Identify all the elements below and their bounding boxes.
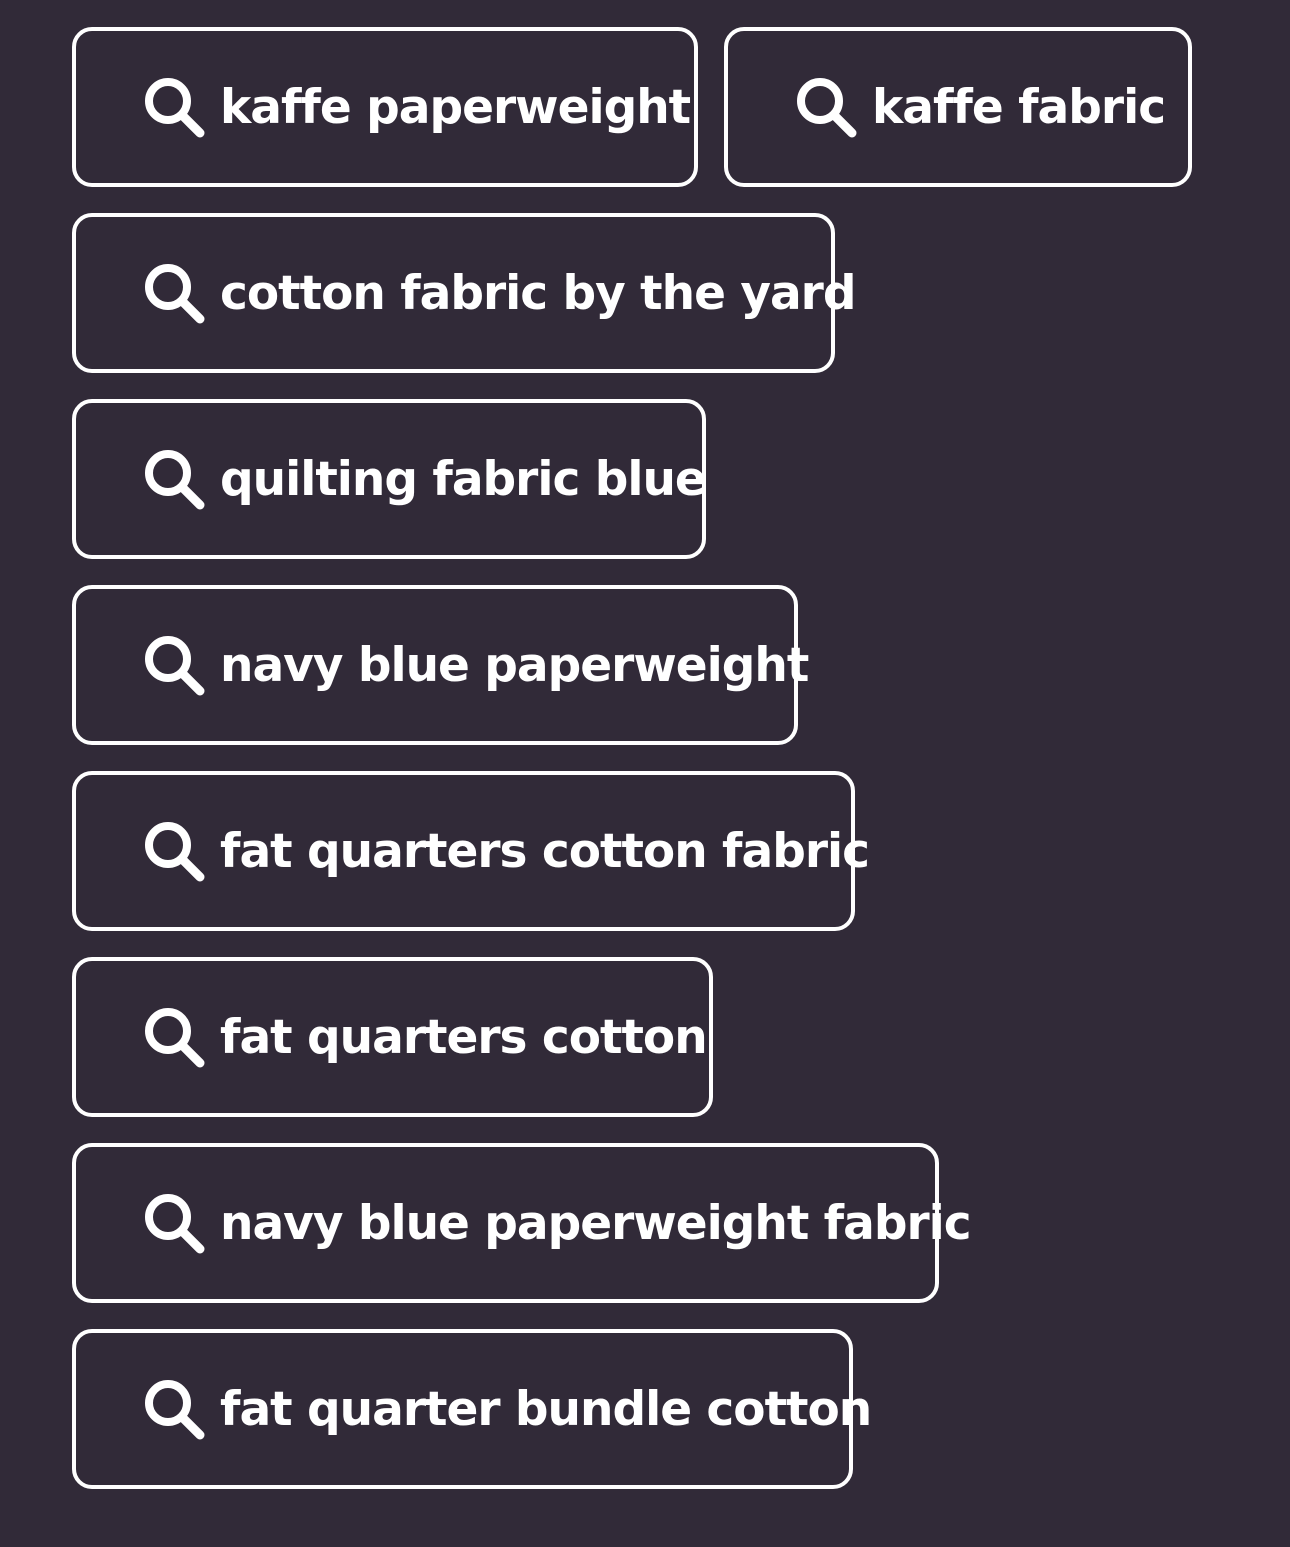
suggestion-label: fat quarters cotton fabric xyxy=(220,823,870,879)
suggestion-label: fat quarters cotton xyxy=(220,1009,708,1065)
suggestion-label: kaffe paperweight xyxy=(220,79,691,135)
search-icon xyxy=(142,447,206,511)
suggestion-chip-cotton-fabric-by-the-yard[interactable]: cotton fabric by the yard xyxy=(72,213,857,373)
search-icon xyxy=(794,75,858,139)
search-icon xyxy=(142,1005,206,1069)
suggestion-chip-fat-quarters-cotton[interactable]: fat quarters cotton xyxy=(72,957,713,1117)
search-icon xyxy=(142,75,206,139)
suggestion-label: quilting fabric blue xyxy=(220,451,707,507)
suggestion-label: navy blue paperweight xyxy=(220,637,809,693)
search-icon xyxy=(142,633,206,697)
suggestion-chip-kaffe-paperweight[interactable]: kaffe paperweight xyxy=(72,27,698,187)
search-icon xyxy=(142,261,206,325)
suggestion-label: cotton fabric by the yard xyxy=(220,265,857,321)
search-icon xyxy=(142,1377,206,1441)
suggestion-label: fat quarter bundle cotton xyxy=(220,1381,872,1437)
search-suggestions-list: kaffe paperweight kaffe fabric cotton fa… xyxy=(72,27,1222,1489)
suggestion-chip-fat-quarter-bundle-cotton[interactable]: fat quarter bundle cotton xyxy=(72,1329,872,1489)
suggestion-chip-kaffe-fabric[interactable]: kaffe fabric xyxy=(724,27,1192,187)
suggestion-label: navy blue paperweight fabric xyxy=(220,1195,972,1251)
suggestion-label: kaffe fabric xyxy=(872,79,1166,135)
suggestion-chip-quilting-fabric-blue[interactable]: quilting fabric blue xyxy=(72,399,707,559)
search-icon xyxy=(142,1191,206,1255)
search-icon xyxy=(142,819,206,883)
suggestion-chip-navy-blue-paperweight-fabric[interactable]: navy blue paperweight fabric xyxy=(72,1143,972,1303)
suggestion-chip-navy-blue-paperweight[interactable]: navy blue paperweight xyxy=(72,585,809,745)
suggestion-chip-fat-quarters-cotton-fabric[interactable]: fat quarters cotton fabric xyxy=(72,771,870,931)
